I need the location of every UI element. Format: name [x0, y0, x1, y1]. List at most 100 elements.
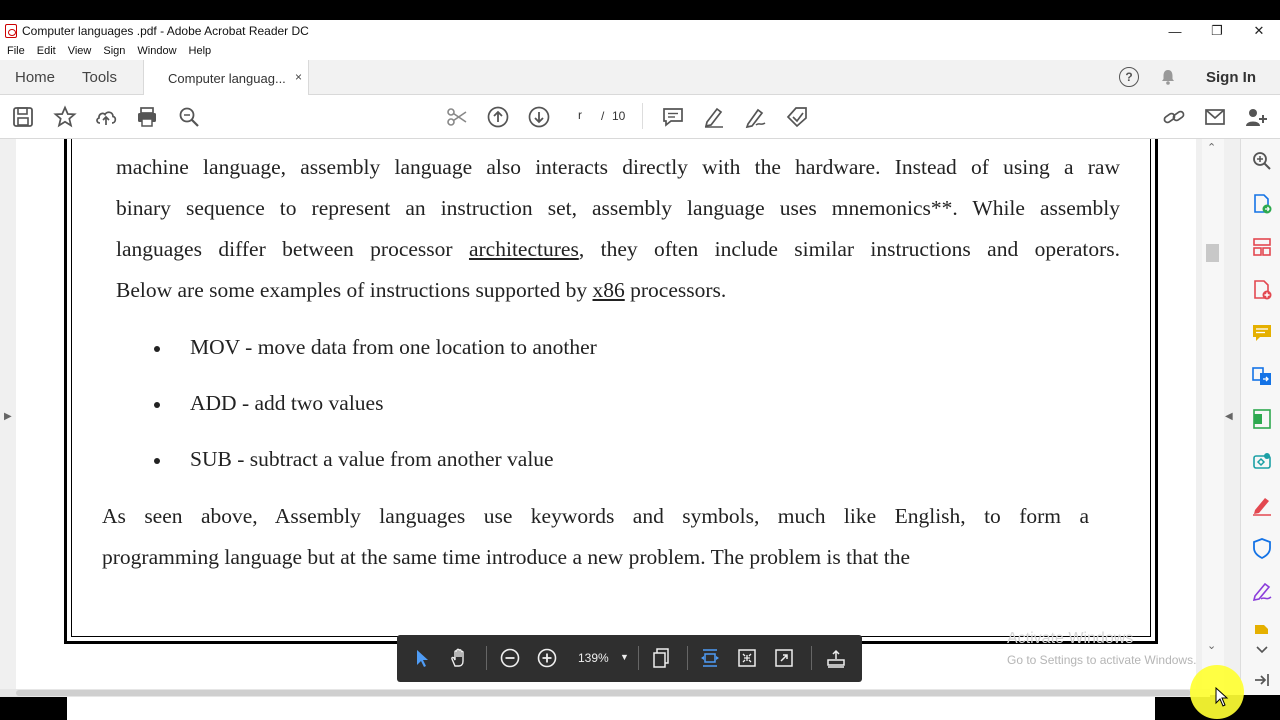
fit-page-icon[interactable] [736, 647, 758, 669]
close-window-button[interactable]: ✕ [1238, 20, 1280, 42]
tab-document[interactable]: Computer languag... × [143, 60, 309, 96]
activate-windows-watermark: Activate Windows [1007, 630, 1134, 647]
tab-bar: Home Tools Computer languag... × [0, 60, 1280, 96]
sign-in-button[interactable]: Sign In [1206, 69, 1256, 86]
stamp-tag-icon[interactable] [785, 105, 809, 129]
help-icon[interactable]: ? [1119, 67, 1139, 87]
letterbox-top [0, 0, 1280, 20]
scroll-up-icon[interactable]: ⌃ [1207, 141, 1216, 154]
menu-edit[interactable]: Edit [37, 45, 56, 57]
bookmark-star-icon[interactable] [53, 105, 77, 129]
tab-document-label: Computer languag... [168, 70, 286, 86]
zoom-dropdown-icon[interactable]: ▼ [620, 652, 629, 662]
list-item-text: MOV - move data from one location to ano… [190, 335, 597, 359]
upload-cloud-icon[interactable] [94, 105, 118, 129]
title-bar: Computer languages .pdf - Adobe Acrobat … [0, 20, 1280, 42]
collapse-panel-icon[interactable] [1251, 669, 1273, 691]
next-page-icon[interactable] [527, 105, 551, 129]
horizontal-scroll-thumb[interactable] [16, 690, 1191, 696]
print-icon[interactable] [135, 105, 159, 129]
floating-divider [486, 646, 487, 670]
paragraph-line: machine language, assembly language also… [116, 155, 1120, 179]
list-item-text: SUB - subtract a value from another valu… [190, 447, 554, 471]
floating-divider [638, 646, 639, 670]
add-user-icon[interactable] [1244, 105, 1268, 129]
organize-pages-icon[interactable] [1251, 236, 1273, 258]
save-icon[interactable] [11, 105, 35, 129]
hand-tool-icon[interactable] [448, 647, 470, 669]
restore-button[interactable]: ❐ [1196, 20, 1238, 42]
paragraph-assembly: machine language, assembly language also… [116, 147, 1120, 311]
tab-tools[interactable]: Tools [82, 69, 117, 86]
acrobat-app-icon [5, 24, 17, 38]
paragraph-line: languages differ between processor archi… [116, 237, 1120, 261]
menu-view[interactable]: View [68, 45, 92, 57]
bullet-dot [154, 346, 160, 352]
read-mode-icon[interactable] [825, 647, 847, 669]
menu-window[interactable]: Window [137, 45, 176, 57]
comment-icon[interactable] [661, 105, 685, 129]
combine-files-icon[interactable] [1251, 365, 1273, 387]
page-total: 10 [612, 109, 626, 123]
search-icon[interactable] [177, 105, 201, 129]
right-tools-panel [1240, 139, 1280, 695]
compress-pdf-icon[interactable] [1251, 408, 1273, 430]
right-panel-toggle-icon[interactable]: ◀ [1225, 411, 1233, 422]
tab-home[interactable]: Home [15, 69, 55, 86]
page-separator: / [601, 109, 605, 123]
zoom-search-icon[interactable] [1251, 150, 1273, 172]
fit-width-scroll-icon[interactable] [699, 647, 721, 669]
cut-off-previous-line [116, 139, 1120, 147]
export-pdf-icon[interactable] [1251, 193, 1273, 215]
fill-sign-tool-icon[interactable] [1251, 494, 1273, 516]
activate-windows-hint: Go to Settings to activate Windows. [1007, 653, 1197, 667]
paragraph-line: binary sequence to represent an instruct… [116, 196, 1120, 220]
left-panel-toggle-icon[interactable]: ▶ [4, 411, 12, 422]
paragraph-line: Below are some examples of instructions … [116, 278, 727, 302]
floating-divider [687, 646, 688, 670]
paragraph-line: programming language but at the same tim… [102, 545, 911, 569]
full-screen-icon[interactable] [773, 647, 795, 669]
notification-bell-icon[interactable] [1159, 68, 1177, 86]
scroll-down-icon[interactable]: ⌄ [1207, 639, 1216, 652]
minimize-button[interactable]: — [1154, 20, 1196, 42]
scissors-icon[interactable] [445, 105, 469, 129]
share-link-icon[interactable] [1162, 105, 1186, 129]
window-title: Computer languages .pdf - Adobe Acrobat … [22, 24, 309, 38]
email-icon[interactable] [1203, 105, 1227, 129]
select-cursor-icon[interactable] [411, 647, 433, 669]
request-signature-icon[interactable] [1251, 580, 1273, 602]
protect-shield-icon[interactable] [1251, 537, 1273, 560]
menu-sign[interactable]: Sign [103, 45, 125, 57]
zoom-out-icon[interactable] [499, 647, 521, 669]
horizontal-scrollbar[interactable] [0, 689, 1210, 697]
window-controls: — ❐ ✕ [1154, 20, 1280, 42]
list-item-text: ADD - add two values [190, 391, 384, 415]
mouse-cursor-icon [1215, 687, 1229, 707]
next-page-peek [64, 697, 1158, 720]
previous-page-icon[interactable] [486, 105, 510, 129]
menu-file[interactable]: File [7, 45, 25, 57]
page-view-icon[interactable] [650, 647, 672, 669]
bullet-dot [154, 458, 160, 464]
link-architectures[interactable]: architectures [469, 237, 579, 261]
link-x86[interactable]: x86 [593, 278, 625, 302]
zoom-level-select[interactable]: 139% [578, 651, 609, 665]
comment-tool-icon[interactable] [1251, 322, 1273, 344]
highlight-pen-icon[interactable] [702, 105, 726, 129]
vertical-scrollbar[interactable]: ⌃ ⌄ [1202, 139, 1224, 695]
edit-pdf-icon[interactable] [1251, 451, 1273, 473]
create-pdf-icon[interactable] [1251, 279, 1273, 301]
toolbar-divider [642, 103, 643, 129]
zoom-in-icon[interactable] [536, 647, 558, 669]
fill-sign-icon[interactable] [744, 105, 768, 129]
paragraph-line: As seen above, Assembly languages use ke… [102, 504, 1089, 528]
menu-bar: File Edit View Sign Window Help [0, 42, 1280, 60]
page-number-input[interactable]: r [565, 108, 595, 126]
close-tab-icon[interactable]: × [295, 70, 302, 84]
bullet-dot [154, 402, 160, 408]
menu-help[interactable]: Help [189, 45, 212, 57]
floating-divider [811, 646, 812, 670]
vertical-scroll-thumb[interactable] [1206, 244, 1219, 262]
tools-scroll-down-icon[interactable] [1251, 639, 1273, 661]
